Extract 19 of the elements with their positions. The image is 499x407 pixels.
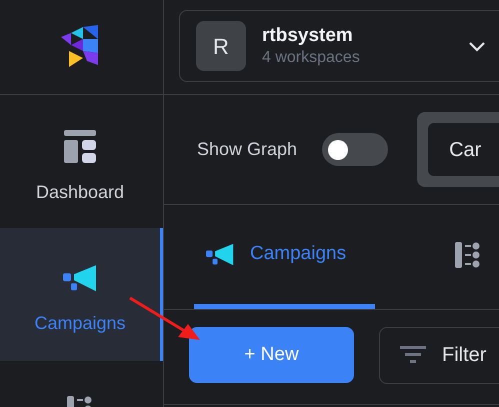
dashboard-icon xyxy=(64,130,96,163)
view-button[interactable]: Car xyxy=(428,123,499,176)
megaphone-icon xyxy=(206,242,234,268)
chevron-down-icon xyxy=(468,40,486,52)
logo-icon xyxy=(58,25,98,69)
megaphone-icon xyxy=(63,263,97,294)
show-graph-toggle[interactable] xyxy=(322,133,388,166)
show-graph-label: Show Graph xyxy=(197,138,298,161)
tab[interactable]: Campaigns xyxy=(194,205,375,309)
workspace-avatar: R xyxy=(196,21,246,71)
sidebar-item[interactable]: Dashboard xyxy=(0,95,163,228)
workspace-count: 4 workspaces xyxy=(262,48,361,68)
filter-icon xyxy=(400,346,426,364)
new-button[interactable]: + New xyxy=(189,327,354,383)
workspace-selector[interactable]: R rtbsystem 4 workspaces xyxy=(179,10,499,82)
sidebar-item[interactable]: Campaigns xyxy=(0,228,163,361)
filter-button[interactable]: Filter xyxy=(379,326,499,384)
list-icon xyxy=(455,242,481,268)
workspace-name: rtbsystem xyxy=(262,24,354,48)
